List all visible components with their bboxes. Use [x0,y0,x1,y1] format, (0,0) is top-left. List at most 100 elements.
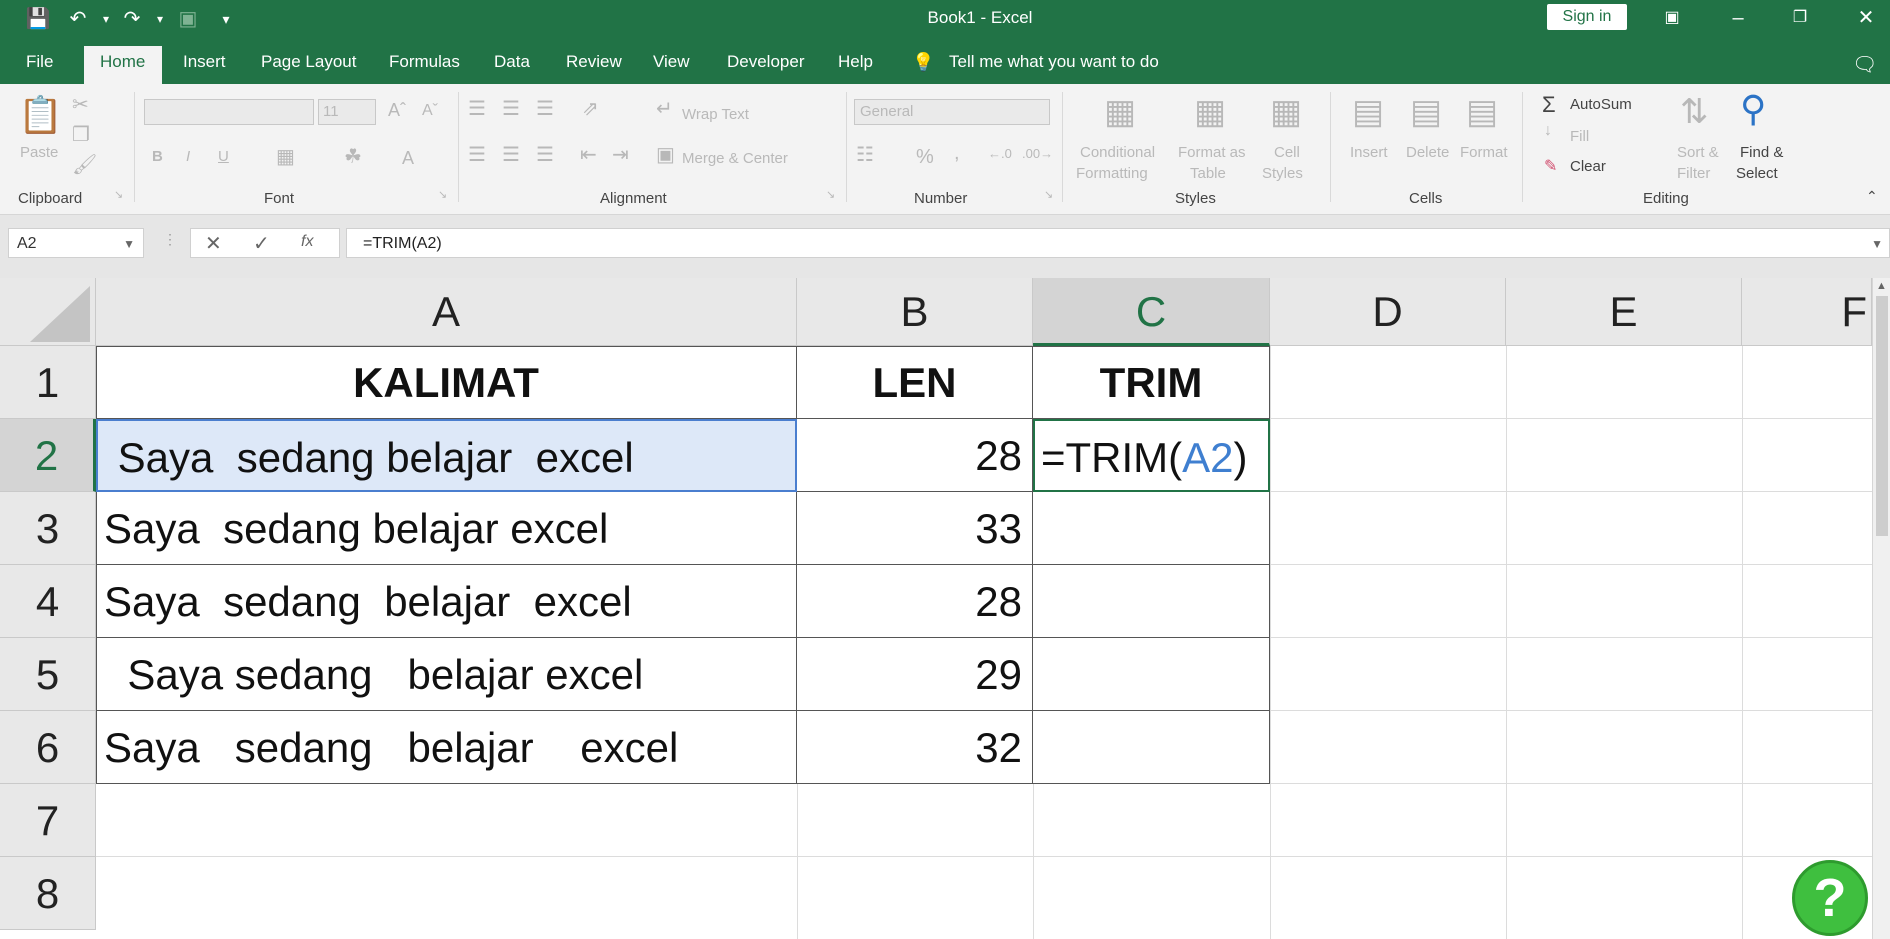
italic-button[interactable]: I [186,148,190,165]
expand-formula-bar-icon[interactable]: ▼ [1871,229,1883,259]
row-header-3[interactable]: 3 [0,492,96,565]
format-cells-button[interactable]: Format [1460,144,1508,161]
font-launcher-icon[interactable]: ↘ [438,188,447,201]
cell-c6[interactable] [1033,711,1270,784]
tell-me-search[interactable]: Tell me what you want to do [949,52,1159,72]
cell-c5[interactable] [1033,638,1270,711]
font-color-icon[interactable]: A [402,148,414,169]
align-right-icon[interactable]: ☰ [536,142,554,167]
cell-styles-label-1[interactable]: Cell [1274,144,1300,161]
cell-c1[interactable]: TRIM [1033,346,1270,419]
redo-icon[interactable]: ↷ [118,6,146,32]
comments-icon[interactable]: 🗨 [1852,52,1877,77]
row-header-8[interactable]: 8 [0,857,96,930]
increase-font-icon[interactable]: Aˆ [388,100,406,121]
merge-center-button[interactable]: Merge & Center [682,150,788,167]
cell-a3[interactable]: Saya sedang belajar excel [96,492,797,565]
cell-a2-selected[interactable]: Saya sedang belajar excel [96,419,797,492]
decrease-decimal-icon[interactable]: .00→ [1022,146,1053,161]
insert-function-icon[interactable]: fx [301,233,313,251]
paste-button[interactable]: Paste [20,144,58,161]
fill-color-icon[interactable]: ☘ [344,144,362,169]
tab-view[interactable]: View [653,52,690,72]
restore-icon[interactable]: ❐ [1780,4,1820,32]
column-header-e[interactable]: E [1506,278,1742,346]
format-cells-icon[interactable]: ▤ [1466,92,1498,132]
merge-center-icon[interactable]: ▣ [656,142,675,167]
comma-style-button[interactable]: , [954,142,960,165]
format-as-table-label-2[interactable]: Table [1190,165,1226,182]
enter-check-icon[interactable]: ✓ [253,231,270,256]
paste-icon[interactable]: 📋 [18,94,63,138]
autosum-button[interactable]: AutoSum [1570,96,1632,113]
tab-review[interactable]: Review [566,52,622,72]
sort-filter-icon[interactable]: ⇅ [1680,92,1709,132]
name-box[interactable]: A2 ▼ [8,228,144,258]
cell-c2-editing[interactable]: =TRIM(A2) [1033,419,1270,492]
row-header-2[interactable]: 2 [0,419,96,492]
fill-icon[interactable]: ↓ [1544,122,1552,140]
bold-button[interactable]: B [152,148,163,165]
row-header-7[interactable]: 7 [0,784,96,857]
column-header-d[interactable]: D [1270,278,1506,346]
conditional-formatting-label-1[interactable]: Conditional [1080,144,1155,161]
cell-a5[interactable]: Saya sedang belajar excel [96,638,797,711]
help-question-icon[interactable]: ? [1792,860,1868,936]
row-header-4[interactable]: 4 [0,565,96,638]
conditional-formatting-label-2[interactable]: Formatting [1076,165,1148,182]
row-header-5[interactable]: 5 [0,638,96,711]
tab-help[interactable]: Help [838,52,873,72]
undo-icon[interactable]: ↶ [64,6,92,32]
borders-icon[interactable]: ▦ [276,144,295,169]
insert-cells-icon[interactable]: ▤ [1352,92,1384,132]
cell-b4[interactable]: 28 [797,565,1033,638]
tab-home[interactable]: Home [100,52,145,72]
clear-eraser-icon[interactable]: ✎ [1544,156,1557,176]
close-icon[interactable]: ✕ [1846,4,1886,32]
clear-button[interactable]: Clear [1570,158,1606,175]
orientation-icon[interactable]: ⇗ [582,96,599,121]
cell-styles-icon[interactable]: ▦ [1270,92,1302,132]
select-all-corner[interactable] [0,278,96,346]
cell-c4[interactable] [1033,565,1270,638]
cell-a6[interactable]: Saya sedang belajar excel [96,711,797,784]
name-box-dropdown-icon[interactable]: ▼ [123,229,135,259]
find-select-label-2[interactable]: Select [1736,165,1778,182]
vertical-scrollbar[interactable]: ▲ [1872,278,1890,939]
find-select-icon[interactable]: ⚲ [1740,88,1766,130]
increase-decimal-icon[interactable]: ←.0 [988,146,1012,161]
autosum-icon[interactable]: Σ [1542,92,1556,118]
redo-dropdown-icon[interactable]: ▾ [146,6,174,32]
row-header-1[interactable]: 1 [0,346,96,419]
align-center-icon[interactable]: ☰ [502,142,520,167]
format-as-table-icon[interactable]: ▦ [1194,92,1226,132]
undo-dropdown-icon[interactable]: ▾ [92,6,120,32]
scroll-up-icon[interactable]: ▲ [1876,280,1887,292]
decrease-indent-icon[interactable]: ⇤ [580,142,597,167]
row-header-6[interactable]: 6 [0,711,96,784]
number-launcher-icon[interactable]: ↘ [1044,188,1053,201]
formula-input[interactable]: =TRIM(A2) ▼ [346,228,1890,258]
tab-data[interactable]: Data [494,52,530,72]
fill-button[interactable]: Fill [1570,128,1589,145]
minimize-icon[interactable]: – [1718,4,1758,32]
cell-b2[interactable]: 28 [797,419,1033,492]
cut-icon[interactable]: ✂ [72,92,89,117]
align-left-icon[interactable]: ☰ [468,142,486,167]
save-icon[interactable]: 💾 [24,6,52,32]
increase-indent-icon[interactable]: ⇥ [612,142,629,167]
customize-toolbar-icon[interactable]: ▾ [212,6,240,32]
tab-insert[interactable]: Insert [183,52,226,72]
tab-formulas[interactable]: Formulas [389,52,460,72]
cell-a4[interactable]: Saya sedang belajar excel [96,565,797,638]
column-header-a[interactable]: A [96,278,797,346]
cell-b5[interactable]: 29 [797,638,1033,711]
ribbon-display-options-icon[interactable]: ▣ [1652,4,1692,32]
delete-cells-icon[interactable]: ▤ [1410,92,1442,132]
format-painter-icon[interactable]: 🖌 [72,152,97,177]
delete-cells-button[interactable]: Delete [1406,144,1449,161]
cell-a1[interactable]: KALIMAT [96,346,797,419]
copy-icon[interactable]: ❐ [72,122,90,147]
cell-b6[interactable]: 32 [797,711,1033,784]
align-top-icon[interactable]: ☰ [468,96,486,121]
